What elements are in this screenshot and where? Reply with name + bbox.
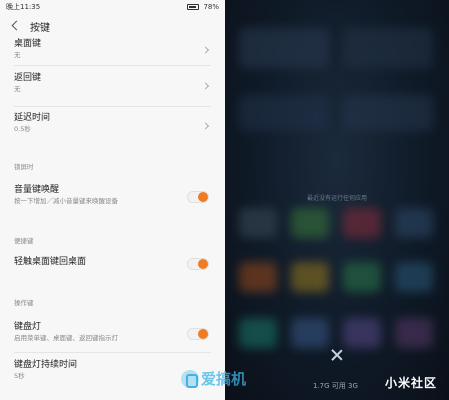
brand-watermark: 小米社区 bbox=[384, 376, 437, 390]
setting-delay-title: 延迟时间 bbox=[14, 113, 51, 123]
setting-desktop-key-value: 无 bbox=[14, 51, 21, 59]
no-recent-apps-text: 最近没有运行任何应用 bbox=[306, 195, 367, 202]
setting-desktop-key[interactable]: 桌面键 无 bbox=[14, 38, 211, 62]
section-header-lock: 锁屏时 bbox=[14, 163, 34, 171]
blurred-app-icon bbox=[291, 262, 329, 292]
status-icons: 78% bbox=[187, 3, 219, 11]
setting-desktop-key-title: 桌面键 bbox=[14, 39, 42, 49]
blurred-app-icon bbox=[343, 262, 381, 292]
blurred-app-icon bbox=[395, 318, 433, 348]
setting-volume-wake[interactable]: 音量键唤醒 按一下增加／减小音量键来唤醒设备 bbox=[14, 184, 211, 210]
blurred-app-icon bbox=[395, 208, 433, 238]
section-header-convenience: 便捷键 bbox=[14, 237, 34, 245]
status-time: 晚上11:35 bbox=[6, 3, 41, 11]
blurred-app-icon bbox=[291, 318, 329, 348]
setting-tap-home[interactable]: 轻触桌面键回桌面 bbox=[14, 256, 211, 272]
page-header: 按键 bbox=[0, 14, 225, 38]
close-icon[interactable] bbox=[330, 348, 344, 362]
blurred-app-icon bbox=[291, 208, 329, 238]
page-title: 按键 bbox=[30, 22, 50, 34]
battery-level: 78% bbox=[203, 3, 219, 11]
tap-home-toggle[interactable] bbox=[187, 258, 209, 270]
blurred-app-icon bbox=[239, 318, 277, 348]
settings-panel: 晚上11:35 78% 按键 桌面键 无 返回键 无 延迟时间 0.5秒 锁屏时… bbox=[0, 0, 225, 400]
toggle-knob bbox=[198, 329, 208, 339]
watermark-text: 爱搞机 bbox=[201, 370, 247, 388]
recents-screen: 最近没有运行任何应用 1.7G 可用 3G 小米社区 bbox=[225, 0, 449, 400]
key-light-toggle[interactable] bbox=[187, 328, 209, 340]
section-header-operation: 操作键 bbox=[14, 299, 34, 307]
setting-delay-value: 0.5秒 bbox=[14, 125, 31, 133]
blurred-card bbox=[239, 28, 329, 68]
divider bbox=[14, 65, 211, 66]
setting-back-key-value: 无 bbox=[14, 85, 21, 93]
blurred-app-icon bbox=[343, 318, 381, 348]
setting-key-light-title: 键盘灯 bbox=[14, 322, 42, 332]
setting-volume-wake-desc: 按一下增加／减小音量键来唤醒设备 bbox=[14, 197, 118, 205]
setting-tap-home-title: 轻触桌面键回桌面 bbox=[14, 257, 87, 267]
blurred-card bbox=[343, 95, 433, 131]
status-bar: 晚上11:35 78% bbox=[0, 0, 225, 14]
back-arrow-icon[interactable] bbox=[10, 19, 20, 33]
setting-back-key[interactable]: 返回键 无 bbox=[14, 72, 211, 100]
blurred-app-icon bbox=[343, 208, 381, 238]
blurred-card bbox=[239, 95, 329, 131]
toggle-knob bbox=[198, 192, 208, 202]
divider bbox=[14, 352, 211, 353]
volume-wake-toggle[interactable] bbox=[187, 191, 209, 203]
watermark: 爱搞机 bbox=[181, 368, 246, 389]
setting-volume-wake-title: 音量键唤醒 bbox=[14, 185, 60, 195]
blurred-app-icon bbox=[239, 262, 277, 292]
watermark-logo-icon bbox=[181, 369, 199, 388]
setting-delay-time[interactable]: 延迟时间 0.5秒 bbox=[14, 112, 211, 140]
blurred-app-icon bbox=[395, 262, 433, 292]
battery-icon bbox=[187, 4, 200, 10]
setting-key-light-desc: 启用菜单键、桌面键、返回键指示灯 bbox=[14, 334, 118, 342]
blurred-app-icon bbox=[239, 208, 277, 238]
setting-key-light[interactable]: 键盘灯 启用菜单键、桌面键、返回键指示灯 bbox=[14, 321, 211, 347]
setting-back-key-title: 返回键 bbox=[14, 73, 42, 83]
memory-status: 1.7G 可用 3G bbox=[313, 382, 358, 390]
divider bbox=[14, 106, 211, 107]
toggle-knob bbox=[198, 259, 208, 269]
blurred-card bbox=[343, 28, 433, 68]
